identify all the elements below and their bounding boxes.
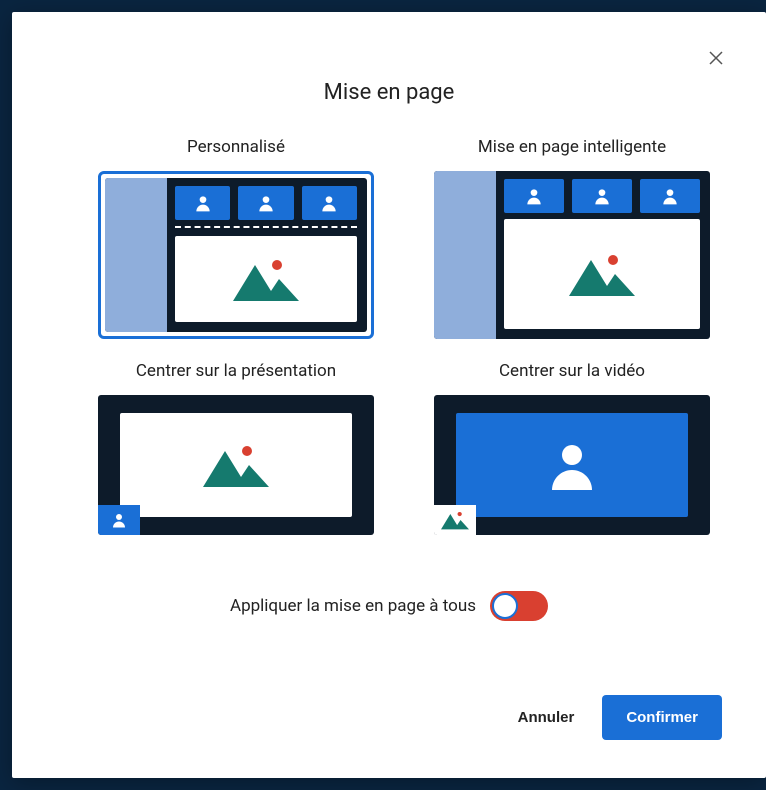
mountain-icon: [233, 257, 299, 301]
option-label: Centrer sur la vidéo: [499, 361, 645, 381]
layout-option-smart[interactable]: Mise en page intelligente: [434, 137, 710, 339]
option-thumbnail: [98, 395, 374, 535]
mountain-icon: [569, 252, 635, 296]
apply-all-label: Appliquer la mise en page à tous: [230, 596, 476, 616]
toggle-knob: [492, 593, 518, 619]
thumb-sidebar: [105, 178, 167, 332]
thumb-content: [120, 413, 352, 517]
close-icon: [707, 49, 725, 67]
thumb-content: [175, 236, 357, 322]
person-icon: [175, 186, 230, 220]
thumb-video-strip: [504, 179, 700, 213]
layout-modal: Mise en page Personnalisé: [12, 12, 766, 778]
modal-title: Mise en page: [12, 80, 766, 105]
option-thumbnail: [434, 171, 710, 339]
person-icon: [302, 186, 357, 220]
layout-option-presentation[interactable]: Centrer sur la présentation: [98, 361, 374, 535]
layout-option-custom[interactable]: Personnalisé: [98, 137, 374, 339]
thumb-sidebar: [434, 171, 496, 339]
layout-option-video[interactable]: Centrer sur la vidéo: [434, 361, 710, 535]
person-icon: [504, 179, 564, 213]
person-icon: [640, 179, 700, 213]
thumb-video-strip: [175, 186, 357, 220]
thumb-content: [504, 219, 700, 329]
apply-all-row: Appliquer la mise en page à tous: [12, 591, 766, 621]
thumb-video: [456, 413, 688, 517]
option-label: Mise en page intelligente: [478, 137, 666, 157]
person-icon: [110, 511, 128, 529]
cancel-button[interactable]: Annuler: [518, 709, 575, 726]
person-icon: [238, 186, 293, 220]
modal-footer: Annuler Confirmer: [12, 667, 766, 778]
confirm-button[interactable]: Confirmer: [602, 695, 722, 740]
option-label: Personnalisé: [187, 137, 285, 157]
thumb-video-pip: [98, 505, 140, 535]
layout-options: Personnalisé: [12, 105, 766, 535]
close-button[interactable]: [704, 46, 728, 70]
option-thumbnail: [434, 395, 710, 535]
apply-all-toggle[interactable]: [490, 591, 548, 621]
person-icon: [542, 435, 602, 495]
mountain-icon: [203, 443, 269, 487]
mountain-icon: [441, 510, 469, 530]
thumb-divider: [175, 226, 357, 228]
person-icon: [572, 179, 632, 213]
option-thumbnail: [98, 171, 374, 339]
option-label: Centrer sur la présentation: [136, 361, 336, 381]
thumb-content-pip: [434, 505, 476, 535]
